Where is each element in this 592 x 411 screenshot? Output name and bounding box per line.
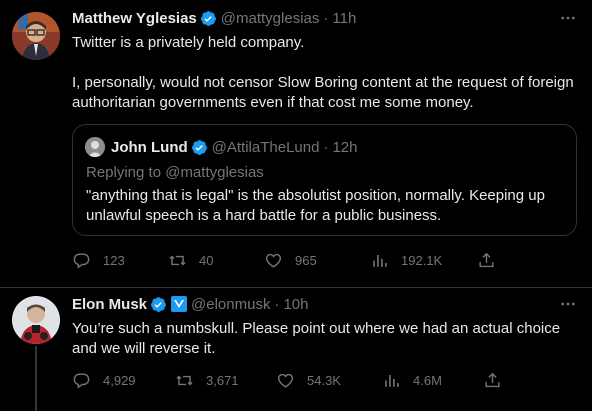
thread-line bbox=[35, 346, 37, 411]
retweet-button[interactable]: 40 bbox=[168, 250, 264, 270]
verified-badge-icon[interactable] bbox=[191, 139, 208, 156]
tweet-text-line: Twitter is a privately held company. bbox=[72, 34, 305, 51]
reply-icon bbox=[73, 372, 90, 389]
quoted-author-name[interactable]: John Lund bbox=[111, 139, 188, 156]
quoted-author-handle[interactable]: @AttilaTheLund bbox=[212, 139, 320, 156]
more-icon[interactable] bbox=[558, 8, 578, 28]
author-name[interactable]: Elon Musk bbox=[72, 296, 147, 313]
retweet-icon bbox=[176, 375, 193, 385]
tweet-header: Matthew Yglesias @mattyglesias · 11h bbox=[72, 8, 356, 28]
tweet-actions: 4,929 3,671 54.3K 4.6M bbox=[72, 370, 502, 390]
retweet-count: 40 bbox=[199, 252, 214, 268]
like-count: 54.3K bbox=[307, 372, 341, 388]
quoted-tweet-time[interactable]: 12h bbox=[332, 139, 357, 156]
more-icon[interactable] bbox=[558, 294, 578, 314]
views-button[interactable]: 4.6M bbox=[382, 370, 483, 390]
tweet-mattyglesias[interactable]: Matthew Yglesias @mattyglesias · 11h Twi… bbox=[0, 0, 592, 288]
retweet-icon bbox=[169, 255, 186, 265]
reply-count: 4,929 bbox=[103, 372, 136, 388]
reply-button[interactable]: 4,929 bbox=[72, 370, 175, 390]
quoted-tweet-text: "anything that is legal" is the absoluti… bbox=[86, 187, 545, 224]
tweet-text: Twitter is a privately held company. I, … bbox=[72, 33, 582, 113]
separator-dot: · bbox=[323, 138, 329, 156]
like-button[interactable]: 965 bbox=[264, 250, 370, 270]
tweet-time[interactable]: 10h bbox=[283, 296, 308, 313]
avatar-john-lund[interactable] bbox=[85, 137, 105, 157]
avatar-elon-musk[interactable] bbox=[12, 296, 60, 344]
views-count: 4.6M bbox=[413, 372, 442, 388]
tweet-elonmusk[interactable]: Elon Musk @elonmusk · 10h You’re such a … bbox=[0, 288, 592, 411]
quoted-tweet[interactable]: John Lund @AttilaTheLund · 12h Replying … bbox=[72, 124, 577, 236]
views-count: 192.1K bbox=[401, 252, 443, 268]
verified-badge-icon[interactable] bbox=[200, 10, 217, 27]
replying-to: Replying to @mattyglesias bbox=[86, 164, 264, 181]
tweet-text-line: I, personally, would not censor Slow Bor… bbox=[72, 74, 574, 111]
tweet-time[interactable]: 11h bbox=[332, 10, 356, 27]
quoted-tweet-header: John Lund @AttilaTheLund · 12h bbox=[111, 137, 357, 157]
author-name[interactable]: Matthew Yglesias bbox=[72, 10, 197, 27]
reply-count: 123 bbox=[103, 252, 125, 268]
verified-badge-icon[interactable] bbox=[150, 296, 167, 313]
like-icon bbox=[277, 373, 294, 388]
author-handle[interactable]: @mattyglesias bbox=[221, 10, 320, 27]
retweet-button[interactable]: 3,671 bbox=[175, 370, 276, 390]
separator-dot: · bbox=[323, 9, 329, 27]
tweet-header: Elon Musk @elonmusk · 10h bbox=[72, 294, 308, 314]
share-button[interactable] bbox=[477, 250, 496, 270]
views-icon bbox=[373, 254, 387, 267]
author-handle[interactable]: @elonmusk bbox=[191, 296, 270, 313]
reply-icon bbox=[73, 252, 90, 269]
separator-dot: · bbox=[274, 295, 280, 313]
share-icon bbox=[479, 252, 494, 267]
like-count: 965 bbox=[295, 252, 317, 268]
affiliate-badge-icon[interactable] bbox=[171, 296, 188, 312]
like-button[interactable]: 54.3K bbox=[276, 370, 382, 390]
share-icon bbox=[485, 372, 500, 387]
tweet-text: You’re such a numbskull. Please point ou… bbox=[72, 320, 561, 357]
views-button[interactable]: 192.1K bbox=[370, 250, 477, 270]
retweet-count: 3,671 bbox=[206, 372, 239, 388]
tweet-actions: 123 40 965 192.1K bbox=[72, 250, 496, 270]
views-icon bbox=[385, 374, 399, 387]
like-icon bbox=[265, 253, 282, 268]
share-button[interactable] bbox=[483, 370, 502, 390]
reply-button[interactable]: 123 bbox=[72, 250, 168, 270]
avatar-matthew-yglesias[interactable] bbox=[12, 12, 60, 60]
